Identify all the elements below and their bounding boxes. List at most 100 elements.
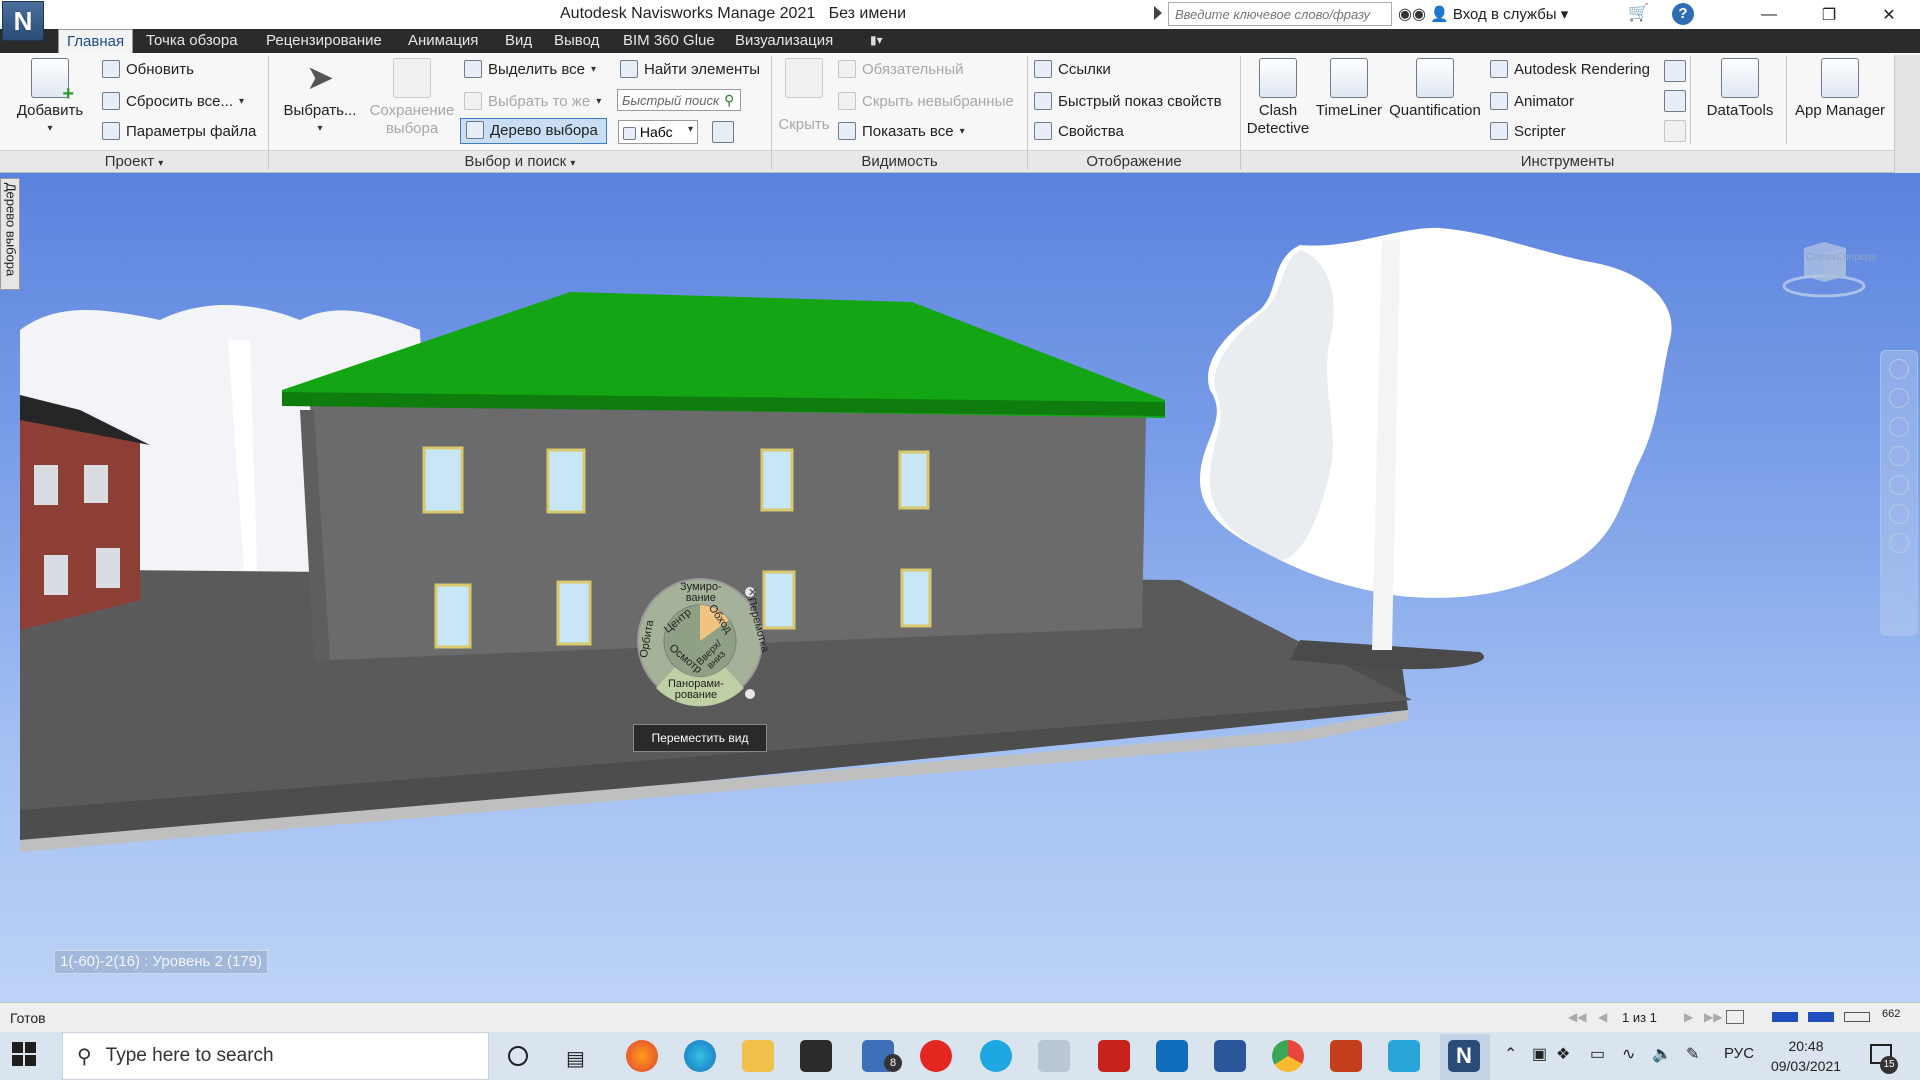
- save-selection-button[interactable]: Сохранение выбора: [368, 58, 456, 138]
- remote-desktop-icon[interactable]: [1388, 1040, 1420, 1072]
- chrome-icon[interactable]: [1272, 1040, 1304, 1072]
- wheel-close-icon[interactable]: ✕: [748, 586, 757, 599]
- input-language[interactable]: РУС: [1724, 1045, 1754, 1062]
- file-explorer-icon[interactable]: [742, 1040, 774, 1072]
- next-page-icon[interactable]: ▶: [1684, 1010, 1693, 1024]
- minimize-button[interactable]: —: [1740, 0, 1798, 29]
- show-all-icon: [838, 122, 856, 140]
- hide-button[interactable]: Скрыть: [776, 58, 832, 134]
- store-icon[interactable]: [800, 1040, 832, 1072]
- yandex-icon[interactable]: [920, 1040, 952, 1072]
- timeliner-button[interactable]: TimeLiner: [1314, 58, 1384, 120]
- skype-icon[interactable]: [980, 1040, 1012, 1072]
- taskbar-search-box[interactable]: ⚲ Type here to search: [62, 1032, 489, 1080]
- datatools-button[interactable]: DataTools: [1696, 58, 1784, 120]
- battery-icon[interactable]: ▭: [1590, 1044, 1605, 1064]
- chevron-down-icon: ▾: [317, 123, 323, 134]
- quick-find-icon[interactable]: ⚲: [724, 92, 734, 109]
- tab-view[interactable]: Вид: [497, 29, 540, 53]
- group-project-label[interactable]: Проект ▾: [0, 150, 268, 172]
- group-select-label[interactable]: Выбор и поиск ▾: [269, 150, 771, 172]
- search-expand-arrow-icon[interactable]: [1154, 6, 1162, 20]
- windows-start-icon[interactable]: [12, 1042, 36, 1066]
- cart-icon[interactable]: 🛒: [1628, 3, 1649, 23]
- full-wheel-icon[interactable]: [1889, 359, 1909, 379]
- word-icon[interactable]: [1214, 1040, 1246, 1072]
- app-menu-button[interactable]: N: [2, 1, 44, 41]
- tab-overflow-icon[interactable]: ▮▾: [870, 33, 902, 47]
- select-all-button[interactable]: Выделить все ▾: [464, 60, 596, 78]
- infocenter-search-input[interactable]: Введите ключевое слово/фразу: [1168, 2, 1392, 26]
- app-manager-button[interactable]: App Manager: [1790, 58, 1890, 120]
- tab-viewpoint[interactable]: Точка обзора: [138, 29, 246, 53]
- zoom-window-icon[interactable]: [1889, 417, 1909, 437]
- clock-date: 09/03/2021: [1770, 1058, 1842, 1074]
- tab-home[interactable]: Главная: [58, 29, 134, 53]
- select-button[interactable]: ➤ Выбрать... ▾: [280, 58, 360, 138]
- orbit-icon[interactable]: [1889, 446, 1909, 466]
- outlook-icon[interactable]: [1156, 1040, 1188, 1072]
- quick-properties-button[interactable]: Быстрый показ свойств: [1034, 92, 1222, 110]
- tab-review[interactable]: Рецензирование: [258, 29, 390, 53]
- appearance-profiler-icon[interactable]: [1664, 60, 1686, 82]
- tab-output[interactable]: Вывод: [546, 29, 607, 53]
- quick-find-input[interactable]: Быстрый поиск: [617, 89, 741, 111]
- tray-clock[interactable]: 20:48 09/03/2021: [1766, 1036, 1846, 1076]
- viewcube[interactable]: [1782, 228, 1866, 298]
- add-button[interactable]: + Добавить ▾: [12, 58, 88, 138]
- firefox-icon[interactable]: [626, 1040, 658, 1072]
- links-button[interactable]: Ссылки: [1034, 60, 1111, 78]
- restore-button[interactable]: ❐: [1800, 0, 1858, 29]
- hide-unselected-button[interactable]: Скрыть невыбранные: [838, 92, 1014, 110]
- close-button[interactable]: ✕: [1860, 0, 1918, 29]
- 3d-viewport[interactable]: Зумиро-вание Перемотка Панорами-рование …: [0, 173, 1920, 1002]
- quantification-button[interactable]: Quantification: [1386, 58, 1484, 120]
- autodesk-rendering-button[interactable]: Autodesk Rendering: [1490, 60, 1650, 78]
- app-title: Autodesk Navisworks Manage 2021: [560, 5, 816, 22]
- help-icon[interactable]: ?: [1672, 3, 1694, 25]
- binoculars-icon[interactable]: ◉◉: [1398, 4, 1426, 24]
- animator-button[interactable]: Animator: [1490, 92, 1574, 110]
- last-page-icon[interactable]: ▶▶: [1704, 1010, 1722, 1024]
- tab-visualization[interactable]: Визуализация: [727, 29, 841, 53]
- required-button[interactable]: Обязательный: [838, 60, 964, 78]
- refresh-button[interactable]: Обновить: [102, 60, 194, 78]
- tab-bim360[interactable]: BIM 360 Glue: [615, 29, 723, 53]
- chevron-down-icon: ▾: [959, 125, 965, 137]
- tab-animation[interactable]: Анимация: [400, 29, 486, 53]
- prev-page-icon[interactable]: ◀: [1598, 1010, 1607, 1024]
- photos-icon[interactable]: [1038, 1040, 1070, 1072]
- quantification-icon: [1416, 58, 1454, 98]
- compare-icon[interactable]: [1664, 120, 1686, 142]
- reset-all-button[interactable]: Сбросить все... ▾: [102, 92, 244, 110]
- powerpoint-icon[interactable]: [1330, 1040, 1362, 1072]
- dropbox-icon[interactable]: ❖: [1556, 1044, 1570, 1064]
- properties-button[interactable]: Свойства: [1034, 122, 1124, 140]
- look-icon[interactable]: [1889, 475, 1909, 495]
- select-cursor-icon[interactable]: [1889, 533, 1909, 553]
- clash-detective-button[interactable]: Clash Detective: [1242, 58, 1314, 138]
- volume-icon[interactable]: 🔈: [1652, 1044, 1672, 1064]
- scripter-button[interactable]: Scripter: [1490, 122, 1566, 140]
- batch-utility-icon[interactable]: [1664, 90, 1686, 112]
- manage-sets-icon[interactable]: [712, 121, 734, 143]
- edge-icon[interactable]: [684, 1040, 716, 1072]
- task-view-icon[interactable]: ▤: [566, 1046, 585, 1071]
- select-same-button[interactable]: Выбрать то же ▾: [464, 92, 601, 110]
- sign-in-button[interactable]: 👤 Вход в службы ▾: [1430, 5, 1568, 23]
- find-items-button[interactable]: Найти элементы: [620, 60, 760, 78]
- tray-camera-icon[interactable]: ▣: [1532, 1044, 1547, 1064]
- first-page-icon[interactable]: ◀◀: [1568, 1010, 1586, 1024]
- walk-icon[interactable]: [1889, 504, 1909, 524]
- wifi-icon[interactable]: ∿: [1622, 1044, 1635, 1064]
- sets-dropdown[interactable]: Набс ▾: [618, 120, 698, 144]
- cortana-icon[interactable]: [508, 1046, 528, 1066]
- sheet-browser-icon[interactable]: [1726, 1010, 1744, 1024]
- pen-icon[interactable]: ✎: [1686, 1044, 1699, 1064]
- tray-chevron-icon[interactable]: ⌃: [1504, 1044, 1517, 1064]
- file-options-button[interactable]: Параметры файла: [102, 122, 256, 140]
- status-text: Готов: [10, 1010, 46, 1026]
- acrobat-icon[interactable]: [1098, 1040, 1130, 1072]
- pan-hand-icon[interactable]: [1889, 388, 1909, 408]
- show-all-button[interactable]: Показать все ▾: [838, 122, 965, 140]
